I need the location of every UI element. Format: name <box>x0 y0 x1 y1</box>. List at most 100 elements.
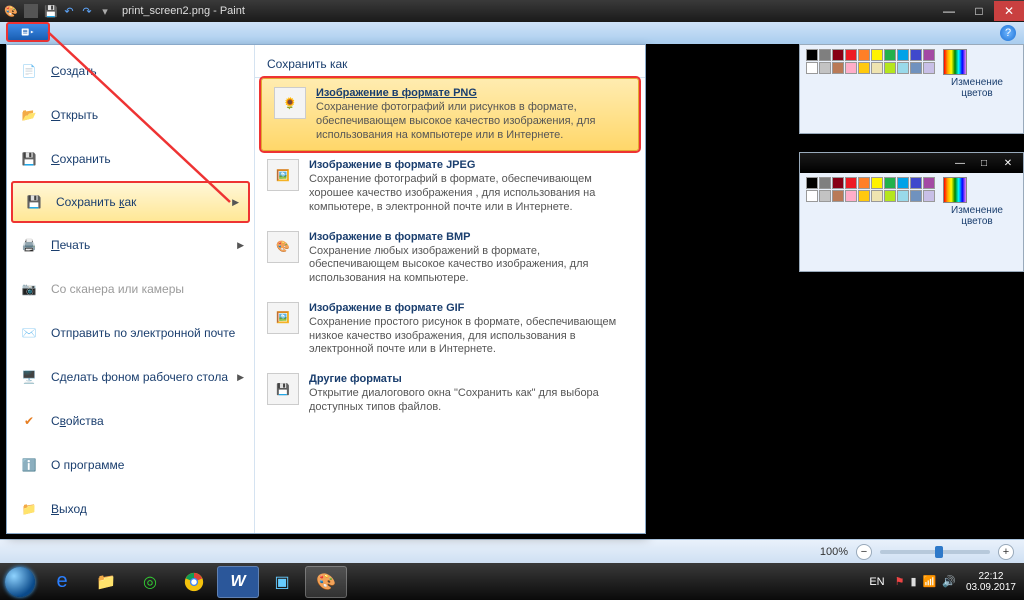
taskbar-paint-icon[interactable]: 🎨 <box>305 566 347 598</box>
color-swatch[interactable] <box>806 190 818 202</box>
color-swatch[interactable] <box>923 49 935 61</box>
exit-icon: 📁 <box>17 497 41 521</box>
close-button[interactable]: ✕ <box>994 1 1024 21</box>
paint-app-icon: 🎨 <box>4 4 18 18</box>
taskbar-ie-icon[interactable]: e <box>41 566 83 598</box>
color-swatch[interactable] <box>910 62 922 74</box>
color-swatch[interactable] <box>819 190 831 202</box>
color-swatch[interactable] <box>871 62 883 74</box>
color-swatch[interactable] <box>845 62 857 74</box>
color-swatch[interactable] <box>897 177 909 189</box>
file-menu-button[interactable] <box>6 22 50 42</box>
start-button[interactable] <box>0 563 40 600</box>
color-swatch[interactable] <box>910 177 922 189</box>
tray-battery-icon[interactable]: ▮ <box>910 575 916 588</box>
color-swatch[interactable] <box>819 49 831 61</box>
tray-clock[interactable]: 22:12 03.09.2017 <box>966 571 1016 593</box>
window-title: print_screen2.png - Paint <box>122 5 245 17</box>
zoom-out-button[interactable]: − <box>856 544 872 560</box>
save-as-jpeg[interactable]: 🖼️ Изображение в формате JPEG Сохранение… <box>255 151 645 222</box>
color-swatch[interactable] <box>884 177 896 189</box>
window-controls: — □ ✕ <box>934 1 1024 21</box>
taskbar-app-icon[interactable]: ◎ <box>129 566 171 598</box>
edit-colors-icon[interactable] <box>943 177 967 203</box>
file-menu-panel: 📄 Создать 📂 Открыть 💾 Сохранить 💾 Сохран… <box>6 44 646 534</box>
zoom-slider[interactable] <box>880 550 990 554</box>
tray-network-icon[interactable]: 📶 <box>923 575 937 588</box>
menu-item-save[interactable]: 💾 Сохранить <box>7 137 254 181</box>
png-format-icon: 🌻 <box>274 87 306 119</box>
color-swatch[interactable] <box>806 62 818 74</box>
taskbar-explorer-icon[interactable]: 📁 <box>85 566 127 598</box>
language-indicator[interactable]: EN <box>869 576 884 588</box>
color-swatch[interactable] <box>897 49 909 61</box>
title-bar: 🎨 💾 ↶ ↷ ▾ print_screen2.png - Paint — □ … <box>0 0 1024 22</box>
color-swatch[interactable] <box>910 190 922 202</box>
save-as-other[interactable]: 💾 Другие форматы Открытие диалогового ок… <box>255 365 645 423</box>
bg-close-button[interactable]: ✕ <box>999 158 1017 169</box>
zoom-in-button[interactable]: + <box>998 544 1014 560</box>
color-swatch[interactable] <box>884 49 896 61</box>
save-icon[interactable]: 💾 <box>44 4 58 18</box>
color-swatch[interactable] <box>845 177 857 189</box>
checkmark-icon: ✔ <box>17 409 41 433</box>
menu-item-new[interactable]: 📄 Создать <box>7 49 254 93</box>
color-swatch[interactable] <box>832 49 844 61</box>
edit-colors-icon[interactable] <box>943 49 967 75</box>
redo-icon[interactable]: ↷ <box>80 4 94 18</box>
color-swatch[interactable] <box>858 62 870 74</box>
bg-maximize-button[interactable]: □ <box>975 158 993 169</box>
menu-item-print[interactable]: 🖨️ Печать ▶ <box>7 223 254 267</box>
color-swatch[interactable] <box>858 190 870 202</box>
help-icon[interactable]: ? <box>1000 25 1016 41</box>
color-swatch[interactable] <box>845 49 857 61</box>
qat-customize-icon[interactable]: ▾ <box>98 4 112 18</box>
taskbar-app2-icon[interactable]: ▣ <box>261 566 303 598</box>
undo-icon[interactable]: ↶ <box>62 4 76 18</box>
color-swatch[interactable] <box>923 177 935 189</box>
menu-item-properties[interactable]: ✔ Свойства <box>7 399 254 443</box>
save-as-bmp[interactable]: 🎨 Изображение в формате BMP Сохранение л… <box>255 223 645 294</box>
bg-window-controls: — □ ✕ <box>800 153 1023 173</box>
color-swatch[interactable] <box>832 177 844 189</box>
gif-format-icon: 🖼️ <box>267 302 299 334</box>
printer-icon: 🖨️ <box>17 233 41 257</box>
color-swatch[interactable] <box>871 190 883 202</box>
menu-item-send-email[interactable]: ✉️ Отправить по электронной почте <box>7 311 254 355</box>
minimize-button[interactable]: — <box>934 1 964 21</box>
color-swatch[interactable] <box>858 49 870 61</box>
submenu-arrow-icon: ▶ <box>237 372 244 383</box>
save-as-png[interactable]: 🌻 Изображение в формате PNG Сохранение ф… <box>261 78 639 151</box>
bg-minimize-button[interactable]: — <box>951 158 969 169</box>
color-swatch[interactable] <box>897 190 909 202</box>
color-swatch[interactable] <box>884 190 896 202</box>
color-swatch[interactable] <box>897 62 909 74</box>
taskbar-word-icon[interactable]: W <box>217 566 259 598</box>
menu-item-exit[interactable]: 📁 Выход <box>7 487 254 531</box>
menu-item-save-as[interactable]: 💾 Сохранить как ▶ <box>11 181 250 223</box>
color-swatch[interactable] <box>819 177 831 189</box>
color-swatch[interactable] <box>871 49 883 61</box>
menu-item-open[interactable]: 📂 Открыть <box>7 93 254 137</box>
color-swatch[interactable] <box>871 177 883 189</box>
color-swatch[interactable] <box>819 62 831 74</box>
menu-item-about[interactable]: ℹ️ О программе <box>7 443 254 487</box>
tray-volume-icon[interactable]: 🔊 <box>942 575 956 588</box>
color-swatch[interactable] <box>832 62 844 74</box>
color-swatch[interactable] <box>845 190 857 202</box>
maximize-button[interactable]: □ <box>964 1 994 21</box>
taskbar-chrome-icon[interactable] <box>173 566 215 598</box>
color-swatch[interactable] <box>832 190 844 202</box>
color-swatch[interactable] <box>858 177 870 189</box>
color-swatch[interactable] <box>806 177 818 189</box>
envelope-icon: ✉️ <box>17 321 41 345</box>
color-swatch[interactable] <box>910 49 922 61</box>
tray-flag-icon[interactable]: ⚑ <box>895 575 905 588</box>
menu-item-set-wallpaper[interactable]: 🖥️ Сделать фоном рабочего стола ▶ <box>7 355 254 399</box>
color-swatch[interactable] <box>923 190 935 202</box>
quick-access-toolbar: 🎨 💾 ↶ ↷ ▾ <box>4 4 112 18</box>
color-swatch[interactable] <box>884 62 896 74</box>
color-swatch[interactable] <box>923 62 935 74</box>
save-as-gif[interactable]: 🖼️ Изображение в формате GIF Сохранение … <box>255 294 645 365</box>
color-swatch[interactable] <box>806 49 818 61</box>
